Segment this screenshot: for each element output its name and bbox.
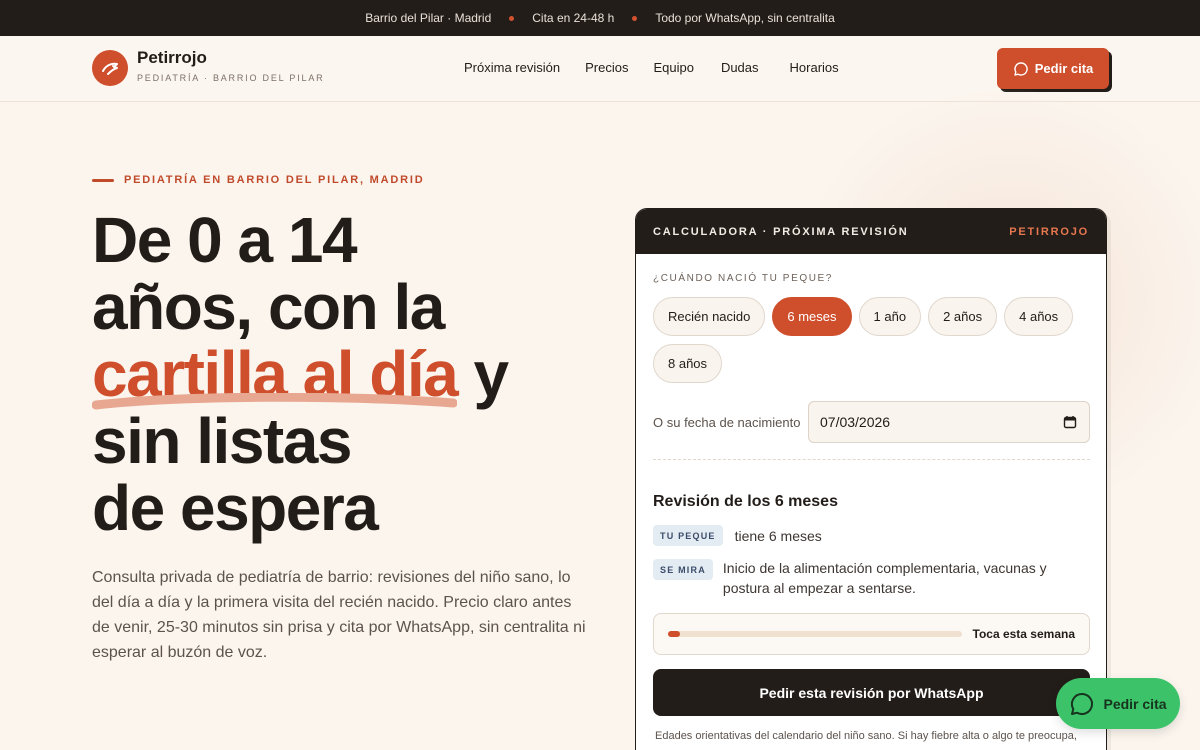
timing-progress: Toca esta semana [653,613,1090,655]
topbar-separator-dot [632,15,638,21]
progress-track [668,631,962,637]
chat-bubble-icon [1014,61,1028,76]
hero-title-line4: sin listas [92,405,352,477]
robin-bird-icon[interactable] [92,50,128,86]
hero-eyebrow: PEDIATRÍA EN BARRIO DEL PILAR, MADRID [92,174,424,186]
calculator-title: CALCULADORA · PRÓXIMA REVISIÓN [653,225,909,238]
progress-label: Toca esta semana [972,627,1076,641]
nav-link-precios[interactable]: Precios [585,60,628,75]
age-option-6-meses[interactable]: 6 meses [772,297,852,336]
chat-bubble-icon [1071,692,1094,715]
header-book-button[interactable]: Pedir cita [997,48,1109,89]
hero-title-line1: De 0 a 14 [92,204,358,276]
calculator-badge: PETIRROJO [1009,225,1089,238]
age-text: tiene 6 meses [734,527,822,544]
calendar-icon[interactable] [1063,415,1077,429]
whatsapp-book-revision-button[interactable]: Pedir esta revisión por WhatsApp [653,669,1090,716]
birthdate-label: O su fecha de nacimiento [653,415,801,430]
check-row: SE MIRA Inicio de la alimentación comple… [653,559,1053,598]
nav-link-horarios[interactable]: Horarios [790,60,839,75]
hero-title: De 0 a 14 años, con la cartilla al día y… [92,207,612,542]
hero-title-line5: de espera [92,472,379,544]
tag-se-mira: SE MIRA [653,559,713,580]
brand-tagline: PEDIATRÍA · BARRIO DEL PILAR [137,73,325,83]
hero-title-line2: años, con la [92,271,445,343]
hero-title-accent: cartilla al día [92,341,459,410]
age-option-recien-nacido[interactable]: Recién nacido [653,297,766,336]
brand-name[interactable]: Petirrojo [137,48,207,68]
progress-fill [668,631,680,637]
section-divider [653,459,1090,460]
birthdate-input[interactable]: 07/03/2026 [808,401,1090,443]
topbar-separator-dot [509,15,515,21]
age-option-4-anos[interactable]: 4 años [1004,297,1074,336]
topbar-location: Barrio del Pilar · Madrid [365,11,492,25]
age-options: Recién nacido 6 meses 1 año 2 años 4 año… [653,297,1093,383]
revision-title: Revisión de los 6 meses [653,493,838,510]
age-row: TU PEQUE tiene 6 meses [653,525,822,546]
tag-tu-peque: TU PEQUE [653,525,723,546]
header-book-label: Pedir cita [1034,61,1094,76]
hero-lead: Consulta privada de pediatría de barrio:… [92,569,586,661]
floating-cta-label: Pedir cita [1103,695,1167,712]
age-option-1-ano[interactable]: 1 año [858,297,922,336]
floating-whatsapp-button[interactable]: Pedir cita [1056,678,1180,729]
eyebrow-text: PEDIATRÍA EN BARRIO DEL PILAR, MADRID [124,174,425,186]
hero-title-after-accent: y [457,338,510,410]
nav-link-dudas[interactable]: Dudas [721,60,759,75]
topbar-appointment-time: Cita en 24-48 h [532,11,615,25]
brush-underline [92,393,458,410]
main-nav: Próxima revisión Precios Equipo Dudas Ho… [464,60,839,75]
calculator-header: CALCULADORA · PRÓXIMA REVISIÓN PETIRROJO [636,209,1106,254]
age-option-2-anos[interactable]: 2 años [928,297,998,336]
check-text: Inicio de la alimentación complementaria… [722,560,1047,596]
nav-link-equipo[interactable]: Equipo [653,60,693,75]
birth-question: ¿CUÁNDO NACIÓ TU PEQUE? [653,273,833,284]
eyebrow-bar [92,178,114,182]
revision-calculator-card: CALCULADORA · PRÓXIMA REVISIÓN PETIRROJO… [635,208,1107,750]
calculator-footnote: Edades orientativas del calendario del n… [655,730,1077,742]
top-announcement-bar: Barrio del Pilar · Madrid Cita en 24-48 … [0,0,1200,36]
birthdate-value: 07/03/2026 [820,414,891,430]
nav-link-proxima-revision[interactable]: Próxima revisión [464,60,560,75]
age-option-8-anos[interactable]: 8 años [653,344,723,383]
topbar-whatsapp-note: Todo por WhatsApp, sin centralita [655,11,835,25]
